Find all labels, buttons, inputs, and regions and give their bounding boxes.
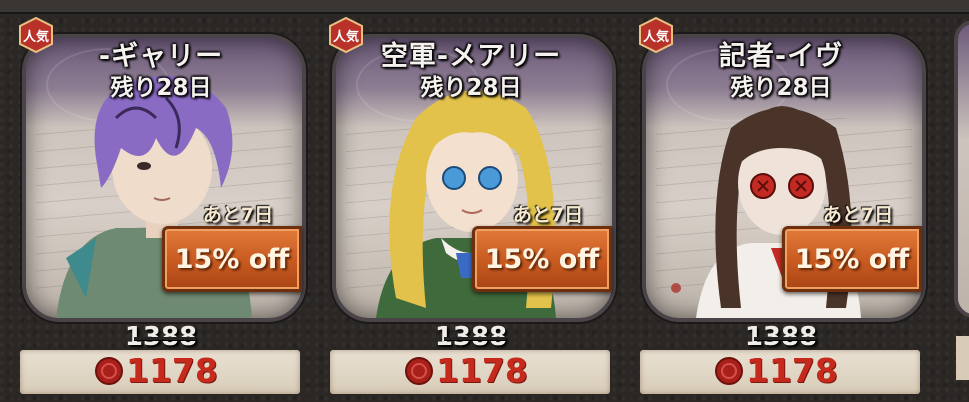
price-area: 1388 1178 [16, 320, 306, 396]
sale-price: 1178 [746, 351, 838, 390]
discount-banner: 15% off [162, 226, 302, 292]
strikethrough [134, 337, 196, 340]
price-area: 1388 1178 [326, 320, 616, 396]
red-seal-icon [405, 357, 433, 385]
red-seal-icon [715, 357, 743, 385]
red-seal-icon [95, 357, 123, 385]
discount-banner: 15% off [472, 226, 612, 292]
sale-countdown: あと7日 [202, 204, 274, 226]
top-strip [0, 0, 969, 14]
remaining-days: 残り28日 [110, 75, 212, 101]
strikethrough [754, 337, 816, 340]
price-area: 1388 1178 [636, 320, 926, 396]
sale-price: 1178 [126, 351, 218, 390]
costume-card-eve[interactable]: 人気 記者-イヴ 残り28日 あと7日 15% off 1388 1178 [636, 14, 926, 402]
strikethrough [444, 337, 506, 340]
discount-banner: 15% off [782, 226, 922, 292]
costume-card-gary[interactable]: 人気 -ギャリー 残り28日 あと7日 15% off 1388 1178 [16, 14, 306, 402]
next-card-peek[interactable] [954, 20, 969, 318]
sale-countdown: あと7日 [512, 204, 584, 226]
costume-card-mary[interactable]: 人気 空軍-メアリー 残り28日 あと7日 15% off 1388 1178 [326, 14, 616, 402]
sale-price: 1178 [436, 351, 528, 390]
sale-countdown: あと7日 [822, 204, 894, 226]
remaining-days: 残り28日 [730, 75, 832, 101]
remaining-days: 残り28日 [420, 75, 522, 101]
next-card-price-plate [956, 336, 969, 380]
